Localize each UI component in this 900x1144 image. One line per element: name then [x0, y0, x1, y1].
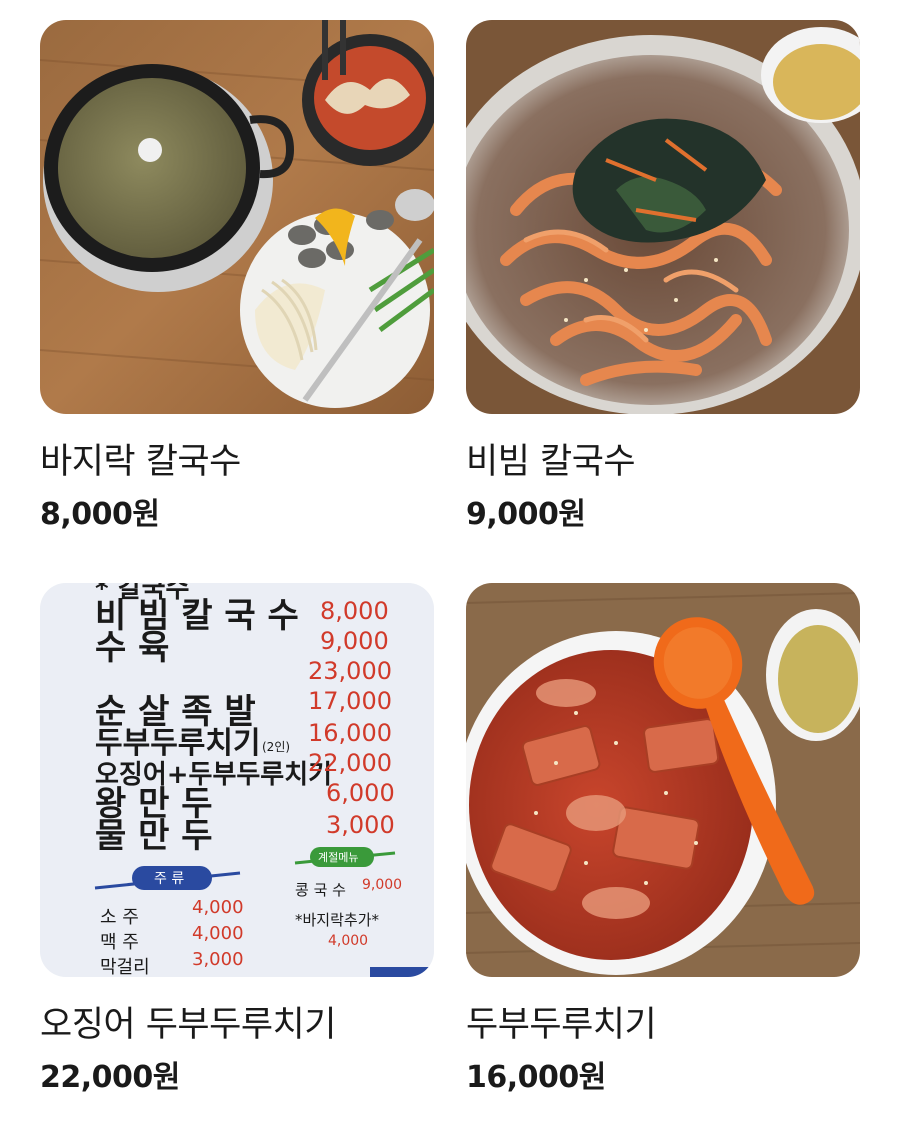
seasonal-section-header: 계절메뉴 — [318, 851, 358, 864]
menu-board-row-price: 23,000 — [308, 657, 392, 685]
drink-label: 막걸리 — [100, 957, 150, 977]
menu-item-price: 22,000원 — [40, 1060, 180, 1095]
menu-grid: 바지락 칼국수 8,000원 비빔 칼국수 9,000원 * 칼국수 비 빔 칼… — [0, 0, 900, 1144]
menu-item-card[interactable]: * 칼국수 비 빔 칼 국 수 수 육 순 살 족 발 두부두루치기 오징어+두… — [40, 583, 434, 1097]
drink-price: 4,000 — [192, 897, 244, 918]
menu-board-row-price: 16,000 — [308, 719, 392, 747]
menu-item-name: 두부두루치기 — [466, 1005, 657, 1045]
menu-item-price: 8,000원 — [40, 497, 160, 532]
seasonal-price: 9,000 — [362, 877, 402, 893]
menu-item-card[interactable]: 바지락 칼국수 8,000원 — [40, 20, 434, 534]
menu-board-row-price: 6,000 — [326, 779, 395, 807]
drinks-section-header: 주 류 — [154, 871, 184, 887]
clam-kalguksu-photo[interactable] — [40, 20, 434, 414]
menu-item-price: 9,000원 — [466, 497, 586, 532]
menu-item-card[interactable]: 비빔 칼국수 9,000원 — [466, 20, 860, 534]
menu-item-name: 오징어 두부두루치기 — [40, 1005, 336, 1045]
menu-board-row-price: 17,000 — [308, 687, 392, 715]
drink-price: 3,000 — [192, 949, 244, 970]
menu-item-name: 바지락 칼국수 — [40, 442, 241, 482]
seasonal-label: 콩 국 수 — [295, 881, 346, 899]
menu-board-row-price: 8,000 — [320, 597, 389, 625]
menu-board-row-price: 22,000 — [308, 749, 392, 777]
menu-item-name: 비빔 칼국수 — [466, 442, 636, 482]
menu-board-row-label: 물 만 두 — [95, 816, 213, 856]
menu-board-row-note: (2인) — [262, 740, 290, 754]
menu-board-row-price: 9,000 — [320, 627, 389, 655]
drink-label: 맥 주 — [100, 932, 139, 953]
menu-board-row-price: 3,000 — [326, 811, 395, 839]
drink-price: 4,000 — [192, 923, 244, 944]
menu-board-row-label: 수 육 — [95, 628, 169, 668]
menu-item-card[interactable]: 두부두루치기 16,000원 — [466, 583, 860, 1097]
menu-item-price: 16,000원 — [466, 1060, 606, 1095]
menu-board-row-label: 두부두루치기 — [95, 726, 261, 761]
tofu-duruchigi-photo[interactable] — [466, 583, 860, 977]
seasonal-label: *바지락추가* — [295, 911, 380, 929]
menu-board-photo[interactable]: * 칼국수 비 빔 칼 국 수 수 육 순 살 족 발 두부두루치기 오징어+두… — [40, 583, 434, 977]
bibim-kalguksu-photo[interactable] — [466, 20, 860, 414]
seasonal-price: 4,000 — [328, 933, 368, 949]
drink-label: 소 주 — [100, 907, 139, 928]
